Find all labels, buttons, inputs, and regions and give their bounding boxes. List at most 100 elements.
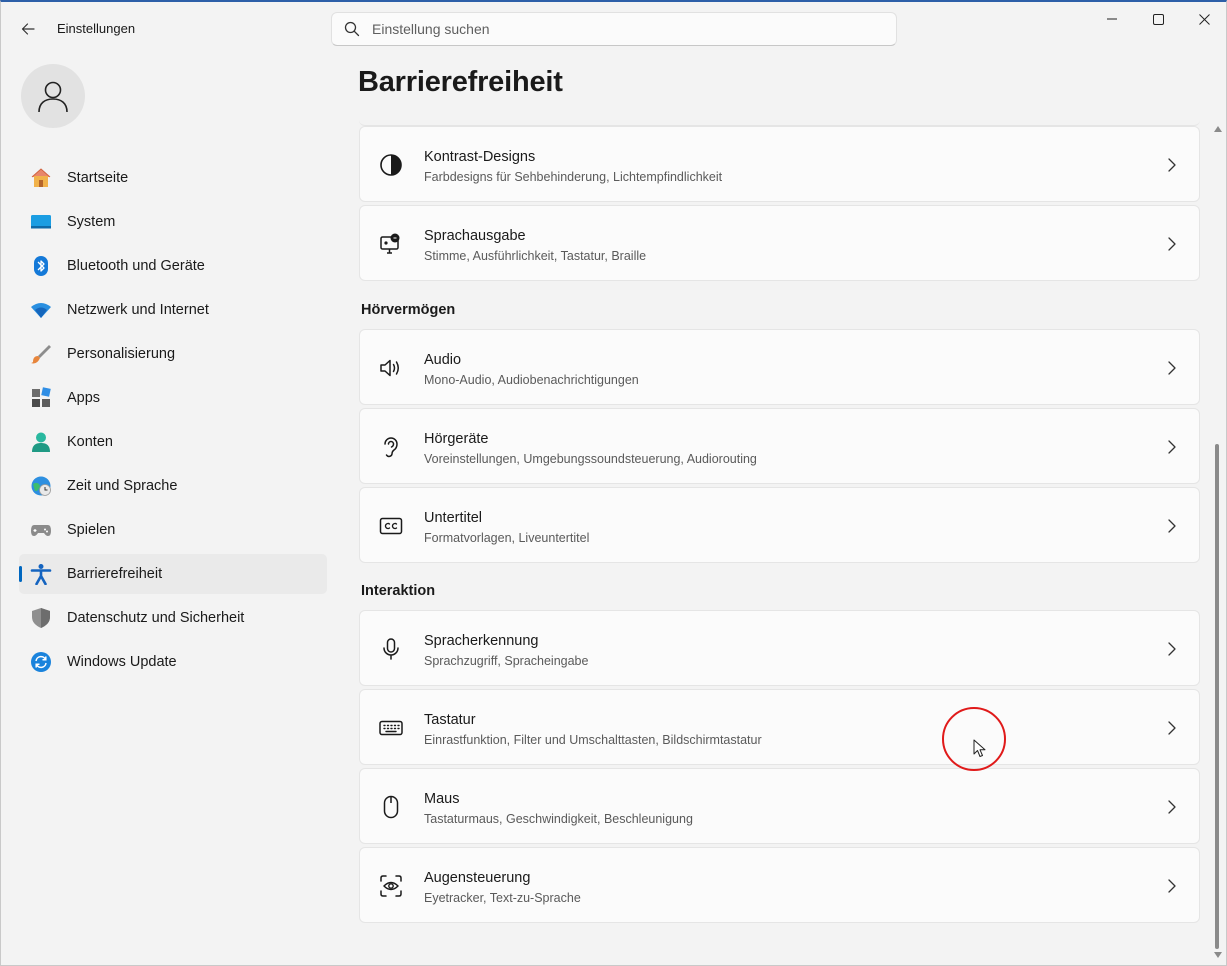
card-subtitle: Stimme, Ausführlichkeit, Tastatur, Brail… [424, 249, 647, 263]
scroll-up-arrow-icon[interactable] [1214, 124, 1222, 134]
chevron-right-icon [1165, 518, 1179, 534]
chevron-right-icon [1165, 799, 1179, 815]
close-button[interactable] [1181, 4, 1226, 34]
brush-icon [30, 343, 52, 365]
captions-icon [378, 513, 404, 539]
contrast-icon [378, 152, 404, 178]
chevron-right-icon [1165, 439, 1179, 455]
card-tastatur[interactable]: Tastatur Einrastfunktion, Filter und Ums… [359, 689, 1200, 765]
minimize-button[interactable] [1089, 4, 1135, 34]
search-icon [332, 12, 372, 46]
maximize-icon [1152, 13, 1164, 25]
card-untertitel[interactable]: Untertitel Formatvorlagen, Liveuntertite… [359, 487, 1200, 563]
card-audio[interactable]: Audio Mono-Audio, Audiobenachrichtigunge… [359, 329, 1200, 405]
account-icon [30, 431, 52, 453]
sidebar-nav: Startseite System Bluetooth und Geräte N… [19, 158, 327, 686]
scroll-down-arrow-icon[interactable] [1214, 950, 1222, 960]
sidebar-item-label: Bluetooth und Geräte [67, 258, 205, 274]
sidebar-item-konten[interactable]: Konten [19, 422, 327, 462]
card-subtitle: Formatvorlagen, Liveuntertitel [424, 531, 590, 545]
section-header-hoervermoegen: Hörvermögen [361, 302, 456, 318]
scrollbar-thumb[interactable] [1215, 444, 1219, 949]
arrow-left-icon [21, 23, 35, 35]
sidebar-item-label: Windows Update [67, 654, 177, 670]
chevron-right-icon [1165, 878, 1179, 894]
card-subtitle: Einrastfunktion, Filter und Umschalttast… [424, 733, 762, 747]
card-title: Audio [424, 352, 462, 368]
narrator-icon [378, 231, 404, 257]
card-title: Untertitel [424, 510, 483, 526]
shield-icon [30, 607, 52, 629]
close-icon [1198, 13, 1210, 25]
avatar[interactable] [21, 64, 85, 128]
card-title: Sprachausgabe [424, 228, 526, 244]
bluetooth-icon [30, 255, 52, 277]
sidebar-item-barrierefreiheit[interactable]: Barrierefreiheit [19, 554, 327, 594]
mouse-icon [378, 794, 404, 820]
time-language-icon [30, 475, 52, 497]
user-icon [38, 81, 68, 113]
card-subtitle: Sprachzugriff, Spracheingabe [424, 654, 589, 668]
sidebar-item-datenschutz[interactable]: Datenschutz und Sicherheit [19, 598, 327, 638]
speaker-icon [378, 355, 404, 381]
microphone-icon [378, 636, 404, 662]
search-box[interactable] [331, 12, 897, 46]
title-bar: Einstellungen [1, 2, 1226, 56]
sidebar-item-windows-update[interactable]: Windows Update [19, 642, 327, 682]
page-title: Barrierefreiheit [358, 66, 563, 98]
chevron-right-icon [1165, 641, 1179, 657]
sidebar-item-label: Personalisierung [67, 346, 176, 362]
card-title: Kontrast-Designs [424, 149, 536, 165]
minimize-icon [1107, 18, 1117, 20]
card-hoergeraete[interactable]: Hörgeräte Voreinstellungen, Umgebungssou… [359, 408, 1200, 484]
card-subtitle: Farbdesigns für Sehbehinderung, Lichtemp… [424, 170, 723, 184]
sidebar-item-netzwerk[interactable]: Netzwerk und Internet [19, 290, 327, 330]
sidebar-item-bluetooth[interactable]: Bluetooth und Geräte [19, 246, 327, 286]
vertical-scrollbar[interactable] [1212, 124, 1224, 962]
update-icon [30, 651, 52, 673]
sidebar-item-personalisierung[interactable]: Personalisierung [19, 334, 327, 374]
wifi-icon [30, 299, 52, 321]
card-title: Hörgeräte [424, 431, 489, 447]
sidebar-item-label: Spielen [67, 522, 116, 538]
accessibility-icon [30, 563, 52, 585]
sidebar-item-system[interactable]: System [19, 202, 327, 242]
ear-icon [378, 434, 404, 460]
back-button[interactable] [13, 14, 43, 44]
sidebar-item-label: Netzwerk und Internet [67, 302, 209, 318]
settings-window: Einstellungen Einstellung suchen Startse… [0, 0, 1227, 966]
card-title: Maus [424, 791, 460, 807]
home-icon [30, 167, 52, 189]
card-sprachausgabe[interactable]: Sprachausgabe Stimme, Ausführlichkeit, T… [359, 205, 1200, 281]
sidebar-item-startseite[interactable]: Startseite [19, 158, 327, 198]
gamepad-icon [30, 519, 52, 541]
card-subtitle: Mono-Audio, Audiobenachrichtigungen [424, 373, 639, 387]
sidebar-item-label: Konten [67, 434, 113, 450]
search-input[interactable] [372, 21, 896, 37]
chevron-right-icon [1165, 720, 1179, 736]
sidebar-item-label: Startseite [67, 170, 129, 186]
card-subtitle: Tastaturmaus, Geschwindigkeit, Beschleun… [424, 812, 693, 826]
apps-icon [30, 387, 52, 409]
chevron-right-icon [1165, 157, 1179, 173]
sidebar-item-label: Barrierefreiheit [67, 566, 163, 582]
settings-list: Kontrast-Designs Farbdesigns für Sehbehi… [359, 124, 1200, 965]
card-subtitle: Voreinstellungen, Umgebungssoundsteuerun… [424, 452, 757, 466]
maximize-button[interactable] [1135, 4, 1181, 34]
eye-control-icon [378, 873, 404, 899]
card-spracherkennung[interactable]: Spracherkennung Sprachzugriff, Sprachein… [359, 610, 1200, 686]
section-header-interaktion: Interaktion [361, 583, 436, 599]
sidebar-item-label: Zeit und Sprache [67, 478, 178, 494]
card-title: Tastatur [424, 712, 476, 728]
keyboard-icon [378, 715, 404, 741]
chevron-right-icon [1165, 236, 1179, 252]
sidebar-item-spielen[interactable]: Spielen [19, 510, 327, 550]
card-maus[interactable]: Maus Tastaturmaus, Geschwindigkeit, Besc… [359, 768, 1200, 844]
sidebar-item-label: Apps [67, 390, 101, 406]
sidebar-item-apps[interactable]: Apps [19, 378, 327, 418]
sidebar-item-label: Datenschutz und Sicherheit [67, 610, 245, 626]
card-augensteuerung[interactable]: Augensteuerung Eyetracker, Text-zu-Sprac… [359, 847, 1200, 923]
card-title: Spracherkennung [424, 633, 539, 649]
sidebar-item-zeit-sprache[interactable]: Zeit und Sprache [19, 466, 327, 506]
card-kontrast-designs[interactable]: Kontrast-Designs Farbdesigns für Sehbehi… [359, 126, 1200, 202]
